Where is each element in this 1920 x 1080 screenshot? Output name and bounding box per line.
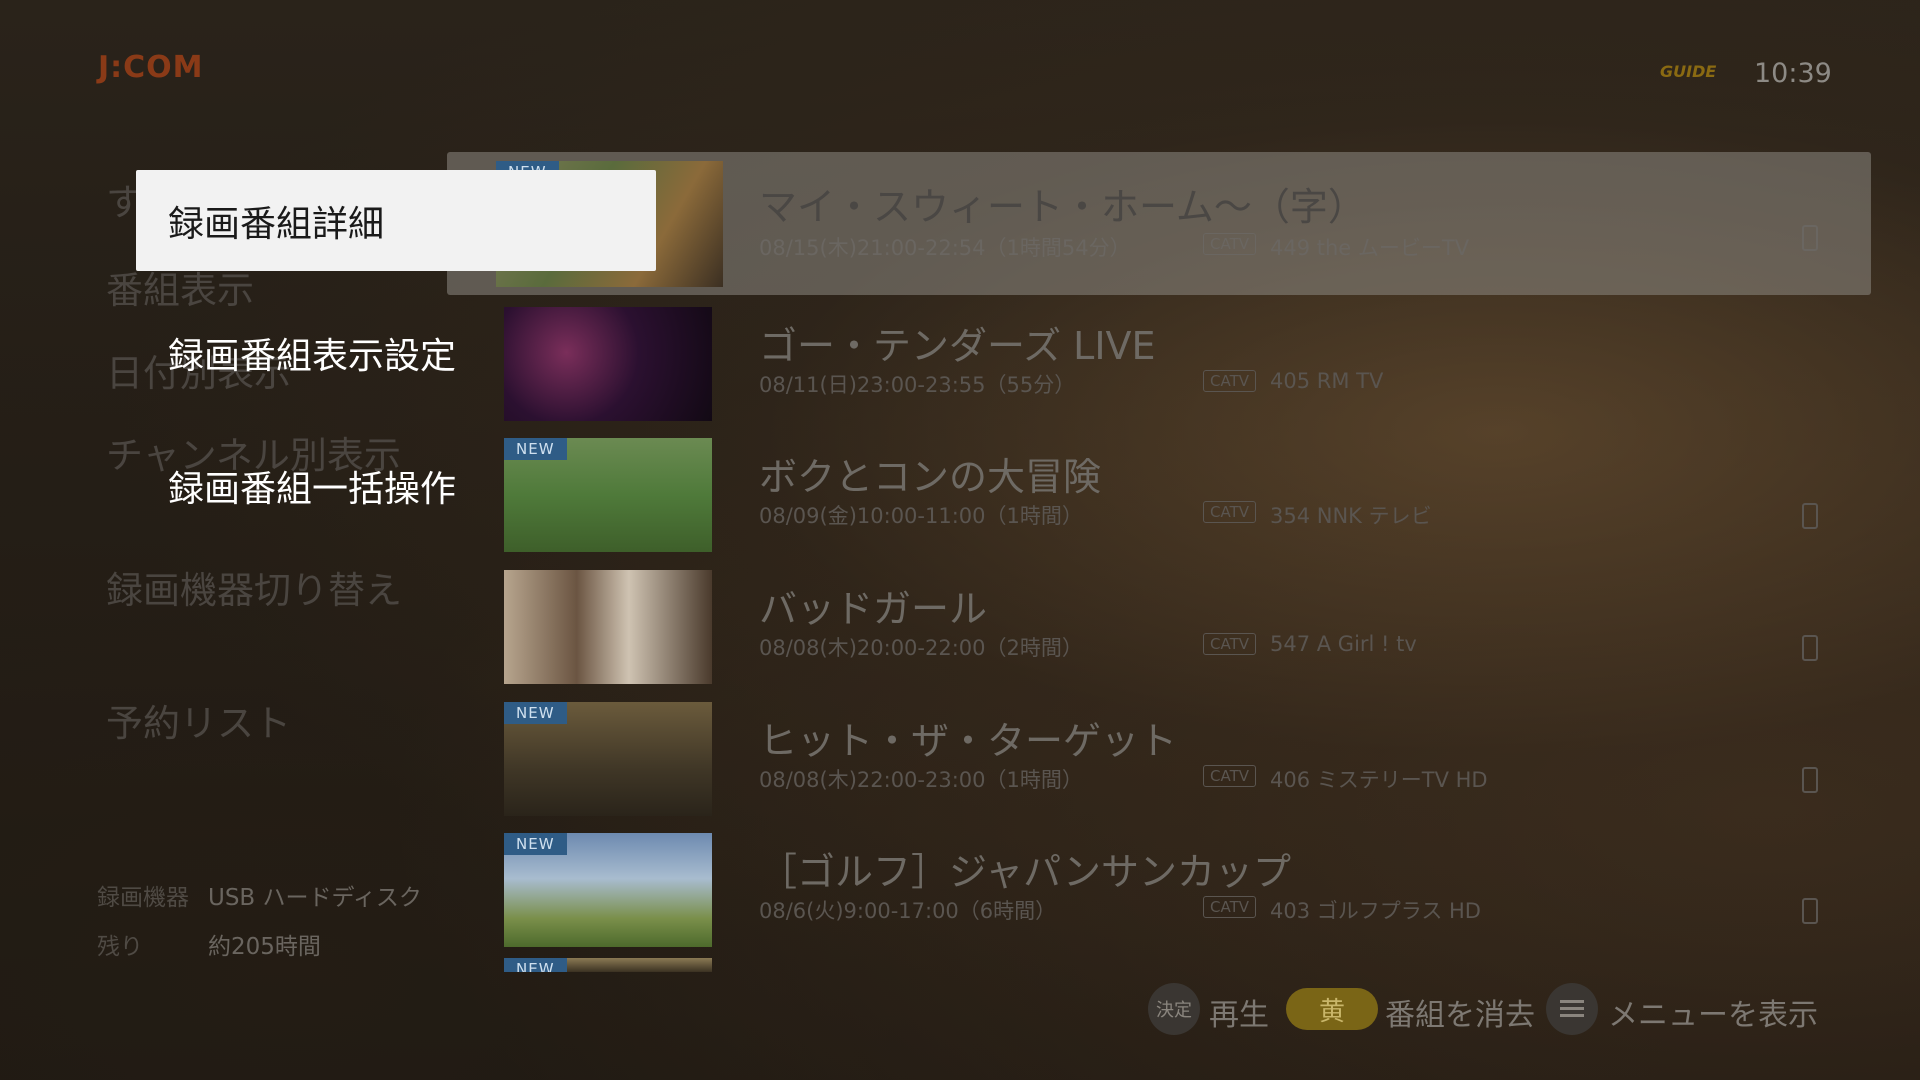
device-label: 録画機器 (97, 885, 189, 911)
program-datetime: 08/15(木)21:00-22:54（1時間54分） (759, 236, 1131, 260)
program-title: バッドガール (759, 587, 988, 631)
menu-key-icon (1546, 983, 1598, 1035)
program-thumbnail: NEW (504, 702, 712, 816)
menu-item-recording-details[interactable]: 録画番組詳細 (136, 170, 656, 271)
menu-hint-label: メニューを表示 (1608, 998, 1818, 1033)
new-badge: NEW (504, 958, 567, 972)
program-title: ［ゴルフ］ジャパンサンカップ (759, 850, 1292, 894)
program-channel: 403 ゴルフプラス HD (1270, 899, 1481, 923)
delete-hint-label: 番組を消去 (1385, 998, 1535, 1033)
mobile-device-icon (1802, 635, 1818, 661)
mobile-device-icon (1802, 225, 1818, 251)
recording-row[interactable]: NEW ヒット・ザ・ターゲット 08/08(木)22:00-23:00（1時間）… (447, 692, 1871, 824)
program-title: ゴー・テンダーズ LIVE (759, 324, 1156, 368)
source-badge: CATV (1203, 501, 1256, 523)
gguide-logo: GUIDE (1660, 62, 1717, 81)
program-thumbnail: NEW (504, 833, 712, 947)
remaining-label: 残り (97, 934, 143, 960)
play-hint-label: 再生 (1209, 998, 1269, 1033)
menu-item-bulk-operations[interactable]: 録画番組一括操作 (136, 435, 656, 536)
program-datetime: 08/08(木)20:00-22:00（2時間） (759, 636, 1083, 660)
recording-row[interactable]: NEW ボクとコンの大冒険 08/09(金)10:00-11:00（1時間） C… (447, 428, 1871, 560)
program-channel: 547 A Girl ! tv (1270, 632, 1417, 656)
mobile-device-icon (1802, 898, 1818, 924)
new-badge: NEW (504, 833, 567, 855)
source-badge: CATV (1203, 370, 1256, 392)
program-title: マイ・スウィート・ホーム〜（字） (759, 185, 1366, 229)
ok-key-icon: 決定 (1148, 983, 1200, 1035)
device-value: USB ハードディスク (208, 885, 422, 911)
source-badge: CATV (1203, 896, 1256, 918)
remaining-value: 約205時間 (208, 934, 321, 960)
program-datetime: 08/11(日)23:00-23:55（55分） (759, 373, 1076, 397)
program-title: ボクとコンの大冒険 (759, 455, 1102, 499)
recording-row[interactable]: NEW マイ・スウィート・ホーム〜（字） 08/15(木)21:00-22:54… (447, 152, 1871, 295)
mobile-device-icon (1802, 767, 1818, 793)
menu-item-display-settings[interactable]: 録画番組表示設定 (136, 302, 656, 403)
recording-row[interactable]: NEW (447, 950, 1871, 972)
program-channel: 405 RM TV (1270, 369, 1384, 393)
clock: 10:39 (1754, 58, 1832, 89)
new-badge: NEW (504, 702, 567, 724)
yellow-key-icon: 黄 (1286, 988, 1378, 1030)
program-channel: 449 the ムービーTV (1270, 236, 1470, 260)
program-thumbnail (504, 570, 712, 684)
source-badge: CATV (1203, 633, 1256, 655)
program-title: ヒット・ザ・ターゲット (759, 719, 1178, 763)
recording-row[interactable]: NEW ［ゴルフ］ジャパンサンカップ 08/6(火)9:00-17:00（6時間… (447, 823, 1871, 955)
recording-row[interactable]: ゴー・テンダーズ LIVE 08/11(日)23:00-23:55（55分） C… (447, 297, 1871, 429)
program-channel: 406 ミステリーTV HD (1270, 768, 1488, 792)
recording-row[interactable]: バッドガール 08/08(木)20:00-22:00（2時間） CATV 547… (447, 560, 1871, 692)
program-datetime: 08/6(火)9:00-17:00（6時間） (759, 899, 1057, 923)
program-datetime: 08/08(木)22:00-23:00（1時間） (759, 768, 1083, 792)
program-channel: 354 NNK テレビ (1270, 504, 1432, 528)
source-badge: CATV (1203, 765, 1256, 787)
jcom-logo: J:COM (98, 50, 204, 85)
mobile-device-icon (1802, 503, 1818, 529)
source-badge: CATV (1203, 233, 1256, 255)
program-datetime: 08/09(金)10:00-11:00（1時間） (759, 504, 1083, 528)
program-thumbnail: NEW (504, 958, 712, 972)
sidebar-item-reservation-list[interactable]: 予約リスト (106, 693, 291, 747)
sidebar-item-switch-device[interactable]: 録画機器切り替え (106, 560, 402, 614)
